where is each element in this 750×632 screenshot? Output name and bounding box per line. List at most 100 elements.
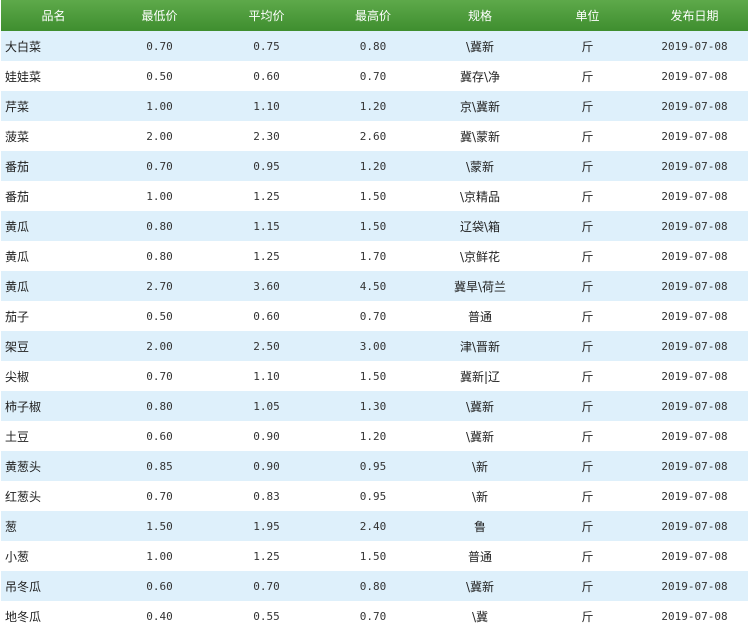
cell-specification: \新 xyxy=(471,459,489,474)
header-publish-date: 发布日期 xyxy=(670,9,719,23)
header-unit: 单位 xyxy=(575,9,600,23)
cell-avg-price: 1.05 xyxy=(253,399,280,413)
cell-avg-price: 1.10 xyxy=(253,369,280,383)
cell-min-price: 1.00 xyxy=(146,189,173,203)
price-table-container: 品名 最低价 平均价 最高价 规格 单位 发布日期 大白菜 0.70 0.75 0.8… xyxy=(1,0,748,631)
cell-publish-date: 2019-07-08 xyxy=(661,369,728,383)
cell-specification: 鲁 xyxy=(473,519,486,534)
cell-min-price: 0.85 xyxy=(146,459,173,473)
cell-max-price: 0.70 xyxy=(359,609,387,623)
cell-unit: 斤 xyxy=(581,579,594,594)
table-body: 大白菜 0.70 0.75 0.80 \冀新斤 2019-07-08 娃娃菜 0.50 0.60… xyxy=(1,31,748,631)
cell-max-price: 0.95 xyxy=(359,489,387,503)
cell-max-price: 0.95 xyxy=(359,459,387,473)
cell-publish-date: 2019-07-08 xyxy=(661,219,728,233)
cell-avg-price: 1.25 xyxy=(253,249,280,263)
cell-unit: 斤 xyxy=(581,69,594,84)
cell-specification: 普通 xyxy=(467,549,492,564)
cell-publish-date: 2019-07-08 xyxy=(661,249,728,263)
cell-product-name: 黄瓜 xyxy=(5,279,30,294)
table-row: 番茄 0.70 0.95 1.20 \蒙新 斤 2019-07-08 xyxy=(1,151,748,181)
header-max-price: 最高价 xyxy=(354,9,391,23)
cell-max-price: 1.70 xyxy=(359,249,387,263)
cell-max-price: 1.20 xyxy=(359,99,387,113)
header-product-name: 品名 xyxy=(41,9,66,23)
cell-avg-price: 0.75 xyxy=(253,39,280,53)
cell-specification: 辽袋\箱 xyxy=(459,219,501,234)
cell-product-name: 柿子椒 xyxy=(5,399,42,414)
table-row: 娃娃菜 0.50 0.60 0.70 冀存\净 斤 2019-07-08 xyxy=(1,61,748,91)
cell-avg-price: 1.25 xyxy=(253,549,280,563)
cell-min-price: 2.70 xyxy=(146,279,173,293)
table-row: 大白菜 0.70 0.75 0.80 \冀新 斤 2019-07-08 xyxy=(1,31,748,61)
cell-specification: 冀存\净 xyxy=(459,69,501,84)
cell-product-name: 红葱头 xyxy=(5,489,42,504)
cell-publish-date: 2019-07-08 xyxy=(661,459,728,473)
cell-avg-price: 1.10 xyxy=(253,99,280,113)
cell-avg-price: 1.25 xyxy=(253,189,280,203)
cell-specification: \冀新 xyxy=(465,429,495,444)
cell-publish-date: 2019-07-08 xyxy=(661,549,728,563)
cell-min-price: 1.00 xyxy=(146,549,173,563)
cell-product-name: 土豆 xyxy=(5,429,30,444)
cell-publish-date: 2019-07-08 xyxy=(661,69,728,83)
cell-publish-date: 2019-07-08 xyxy=(661,579,728,593)
cell-min-price: 2.00 xyxy=(146,339,173,353)
cell-unit: 斤 xyxy=(581,609,594,624)
cell-min-price: 0.70 xyxy=(146,369,173,383)
cell-avg-price: 0.60 xyxy=(253,69,280,83)
header-specification: 规格 xyxy=(467,9,492,23)
table-row: 柿子椒 0.80 1.05 1.30 \冀新 斤 2019-07-08 xyxy=(1,391,748,421)
cell-max-price: 4.50 xyxy=(359,279,387,293)
cell-specification: \冀新 xyxy=(465,399,495,414)
cell-specification: \冀 xyxy=(471,609,489,624)
cell-min-price: 2.00 xyxy=(146,129,173,143)
table-row: 尖椒 0.70 1.10 1.50 冀新|辽 斤 2019-07-08 xyxy=(1,361,748,391)
table-row: 番茄 1.00 1.25 1.50 \京精品 斤 2019-07-08 xyxy=(1,181,748,211)
cell-publish-date: 2019-07-08 xyxy=(661,129,728,143)
cell-product-name: 黄葱头 xyxy=(5,459,42,474)
cell-product-name: 茄子 xyxy=(5,309,30,324)
cell-avg-price: 1.15 xyxy=(253,219,280,233)
cell-min-price: 0.60 xyxy=(146,429,173,443)
cell-publish-date: 2019-07-08 xyxy=(661,609,728,623)
table-row: 小葱 1.00 1.25 1.50 普通 斤 2019-07-08 xyxy=(1,541,748,571)
cell-unit: 斤 xyxy=(581,39,594,54)
cell-product-name: 番茄 xyxy=(5,189,30,204)
cell-product-name: 吊冬瓜 xyxy=(5,579,42,594)
cell-product-name: 黄瓜 xyxy=(5,249,30,264)
cell-product-name: 大白菜 xyxy=(5,39,42,54)
cell-min-price: 0.70 xyxy=(146,159,173,173)
table-header: 品名 最低价 平均价 最高价 规格 单位 发布日期 xyxy=(1,0,748,31)
cell-max-price: 0.70 xyxy=(359,69,387,83)
cell-product-name: 菠菜 xyxy=(5,129,30,144)
cell-avg-price: 0.83 xyxy=(253,489,280,503)
cell-max-price: 3.00 xyxy=(359,339,387,353)
cell-avg-price: 0.55 xyxy=(253,609,280,623)
cell-max-price: 2.60 xyxy=(359,129,387,143)
cell-specification: \冀新 xyxy=(465,579,495,594)
cell-max-price: 1.50 xyxy=(359,189,387,203)
cell-unit: 斤 xyxy=(581,339,594,354)
cell-unit: 斤 xyxy=(581,489,594,504)
cell-avg-price: 1.95 xyxy=(253,519,280,533)
cell-avg-price: 0.90 xyxy=(253,429,280,443)
cell-unit: 斤 xyxy=(581,189,594,204)
cell-unit: 斤 xyxy=(581,399,594,414)
cell-unit: 斤 xyxy=(581,159,594,174)
cell-product-name: 尖椒 xyxy=(5,369,30,384)
cell-avg-price: 0.60 xyxy=(253,309,280,323)
table-row: 茄子 0.50 0.60 0.70 普通 斤 2019-07-08 xyxy=(1,301,748,331)
cell-min-price: 0.80 xyxy=(146,219,173,233)
cell-max-price: 0.80 xyxy=(359,39,387,53)
cell-min-price: 0.70 xyxy=(146,39,173,53)
cell-specification: \新 xyxy=(471,489,489,504)
cell-publish-date: 2019-07-08 xyxy=(661,309,728,323)
cell-unit: 斤 xyxy=(581,249,594,264)
cell-avg-price: 0.90 xyxy=(253,459,280,473)
cell-unit: 斤 xyxy=(581,429,594,444)
cell-unit: 斤 xyxy=(581,549,594,564)
table-row: 土豆 0.60 0.90 1.20 \冀新 斤 2019-07-08 xyxy=(1,421,748,451)
cell-product-name: 架豆 xyxy=(5,339,30,354)
cell-specification: 京\冀新 xyxy=(459,99,501,114)
